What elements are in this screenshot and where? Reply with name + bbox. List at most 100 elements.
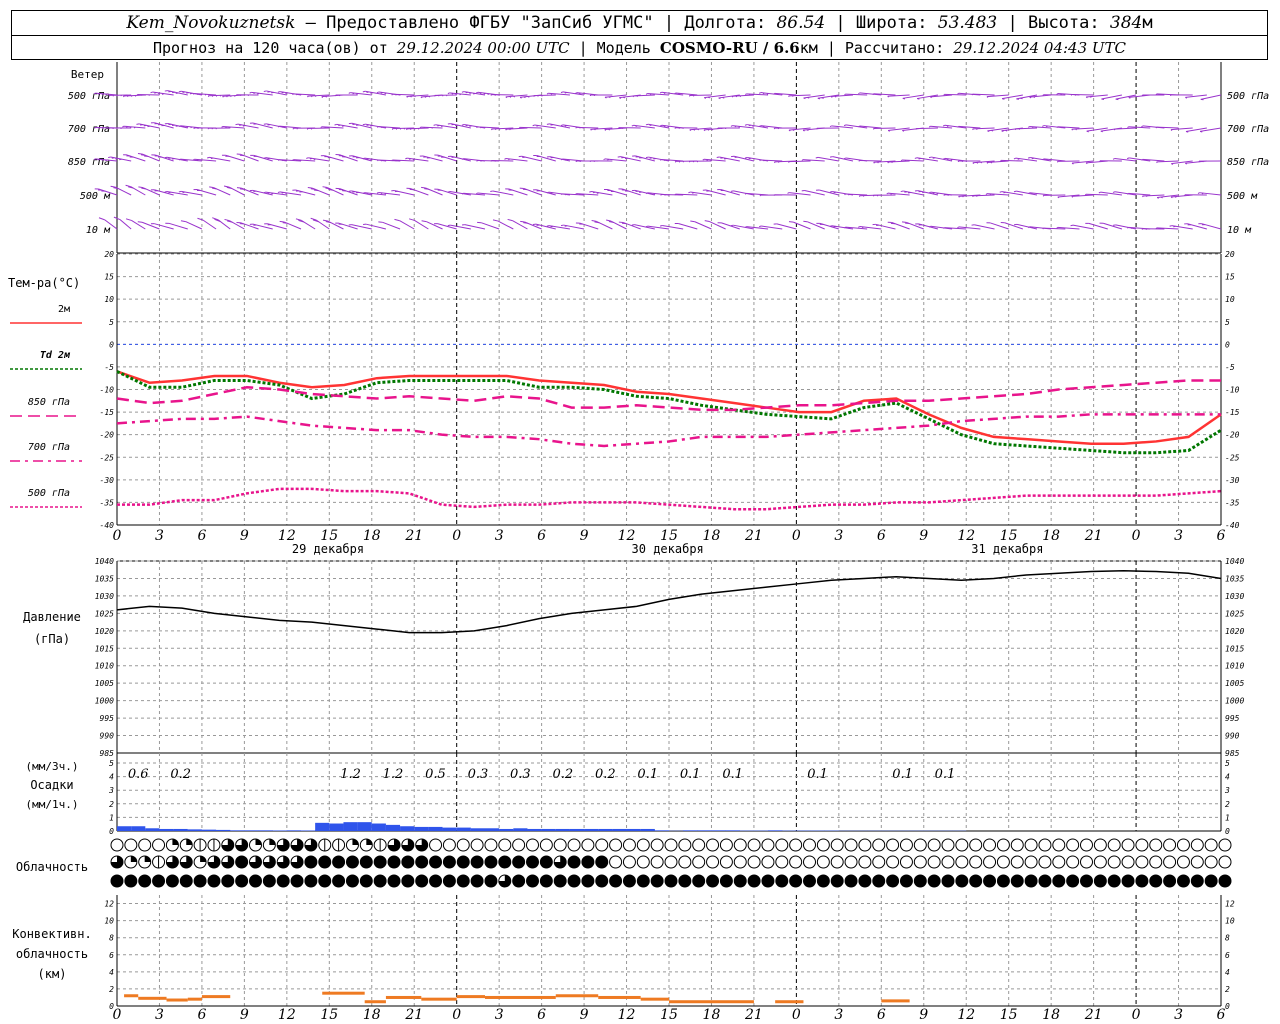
temp-ytick-right: -10 — [1225, 386, 1240, 395]
cloud-symbol — [332, 874, 346, 888]
cloud-symbol-fill — [388, 875, 400, 887]
wind-barb-flag — [461, 192, 464, 195]
wind-barb-flag — [758, 225, 762, 228]
cloud-symbol — [830, 874, 844, 888]
wind-barb-flag — [792, 95, 794, 97]
cloud-symbol — [816, 874, 830, 888]
temp-x-tick-label: 0 — [1132, 528, 1141, 544]
wind-barb-flag — [200, 93, 203, 96]
cloud-symbol — [1052, 855, 1066, 869]
cloud-symbol — [221, 838, 235, 852]
wind-barb-flag — [987, 130, 990, 133]
wind-barb-flag — [1126, 157, 1130, 160]
cloud-symbol-outline — [678, 855, 692, 869]
cloud-symbol-fill — [1094, 875, 1107, 887]
convective-x-tick-label: 21 — [744, 1007, 763, 1023]
wind-barb-flag — [178, 158, 181, 161]
precip-bar — [230, 830, 245, 831]
cloud-symbol-fill — [651, 875, 664, 887]
wind-barb-flag — [98, 217, 105, 221]
convective-x-tick-label: 15 — [1000, 1007, 1018, 1023]
cloud-symbol — [1149, 838, 1163, 852]
wind-barb-flag — [560, 91, 564, 94]
cloud-symbol — [830, 855, 844, 869]
cloud-symbol-outline — [1163, 855, 1177, 869]
cloud-symbol-outline — [1052, 855, 1066, 869]
temp-x-tick-label: 9 — [240, 528, 249, 544]
wind-barb-flag — [976, 195, 978, 197]
wind-barb-flag — [507, 218, 513, 222]
wind-barb-flag — [596, 192, 600, 194]
cloud-symbol-fill — [775, 875, 788, 887]
wind-barb-flag — [752, 125, 755, 127]
wind-barb-flag — [189, 92, 193, 95]
wind-barb-flag — [320, 126, 322, 129]
wind-level-label-left: 500 гПа — [68, 91, 110, 102]
pressure-ytick-right: 1005 — [1225, 679, 1244, 688]
wind-barb-flag — [1013, 190, 1017, 193]
wind-barb-flag — [222, 95, 224, 98]
cloud-symbol — [969, 838, 983, 852]
wind-barb-flag — [263, 157, 267, 159]
wind-barb-flag — [1156, 161, 1158, 164]
wind-barb-flag — [801, 159, 804, 161]
wind-barb-flag — [469, 125, 472, 127]
precip-3h-label: 0.1 — [722, 767, 743, 782]
cloud-symbol — [179, 855, 193, 869]
cloud-symbol-outline — [775, 838, 789, 852]
cloud-symbol — [512, 838, 526, 852]
convective-x-tick-label: 3 — [155, 1007, 164, 1023]
cloud-symbol — [429, 838, 443, 852]
wind-barb-flag — [1071, 128, 1073, 131]
cloud-symbol — [387, 838, 401, 852]
cloud-symbol — [983, 838, 997, 852]
wind-barb-flag — [476, 126, 478, 129]
wind-barb-flag — [300, 93, 302, 96]
wind-barb-flag — [1031, 157, 1035, 160]
pressure-ytick-right: 995 — [1225, 714, 1240, 723]
convective-ytick-right: 10 — [1225, 917, 1235, 926]
cloud-symbol — [1024, 855, 1038, 869]
pressure-ytick-right: 1040 — [1225, 557, 1244, 566]
cloud-symbol — [1204, 838, 1218, 852]
temp-ytick-right: 0 — [1225, 340, 1230, 349]
wind-barb-flag — [957, 226, 960, 229]
cloud-symbol-outline — [913, 855, 927, 869]
cloud-symbol-outline — [526, 838, 539, 852]
cloud-symbol — [332, 855, 346, 869]
wind-barb-flag — [777, 93, 779, 95]
wind-barb-flag — [858, 226, 861, 228]
cloud-symbol — [1176, 855, 1190, 869]
cloud-symbol-fill — [665, 875, 677, 887]
temp-x-tick-label: 18 — [363, 528, 381, 544]
cloud-symbol-fill — [318, 875, 331, 887]
precip-bar — [301, 830, 316, 831]
convective-title-2: облачность — [16, 947, 88, 961]
cloud-symbol — [581, 838, 595, 852]
cloud-symbol-fill — [734, 875, 747, 887]
cloud-symbol-outline — [983, 855, 997, 869]
cloud-symbol-fill — [969, 875, 982, 887]
wind-barb-flag — [126, 95, 129, 98]
wind-barb-flag — [928, 191, 932, 194]
cloud-symbol — [318, 874, 332, 888]
cloud-symbol-fill — [366, 839, 373, 845]
wind-barb-flag — [932, 157, 936, 159]
cloud-symbol — [373, 855, 387, 869]
wind-barb-flag — [722, 96, 725, 99]
cloud-symbol — [581, 855, 595, 869]
cloud-symbol — [235, 838, 249, 852]
wind-barb-flag — [1173, 225, 1176, 228]
precip-bar — [470, 828, 485, 831]
wind-barb-flag — [1005, 129, 1008, 132]
wind-barb-flag — [976, 162, 979, 164]
temp-x-tick-label: 21 — [1084, 528, 1103, 544]
cloud-symbol — [221, 874, 235, 888]
cloud-symbol — [692, 855, 706, 869]
wind-barb-flag — [564, 91, 567, 94]
cloud-symbol-fill — [346, 856, 359, 868]
cloud-symbol-fill — [512, 875, 525, 887]
pressure-ytick-right: 1010 — [1225, 662, 1244, 671]
cloud-symbol-fill — [1205, 875, 1218, 887]
wind-barb-flag — [745, 93, 747, 96]
